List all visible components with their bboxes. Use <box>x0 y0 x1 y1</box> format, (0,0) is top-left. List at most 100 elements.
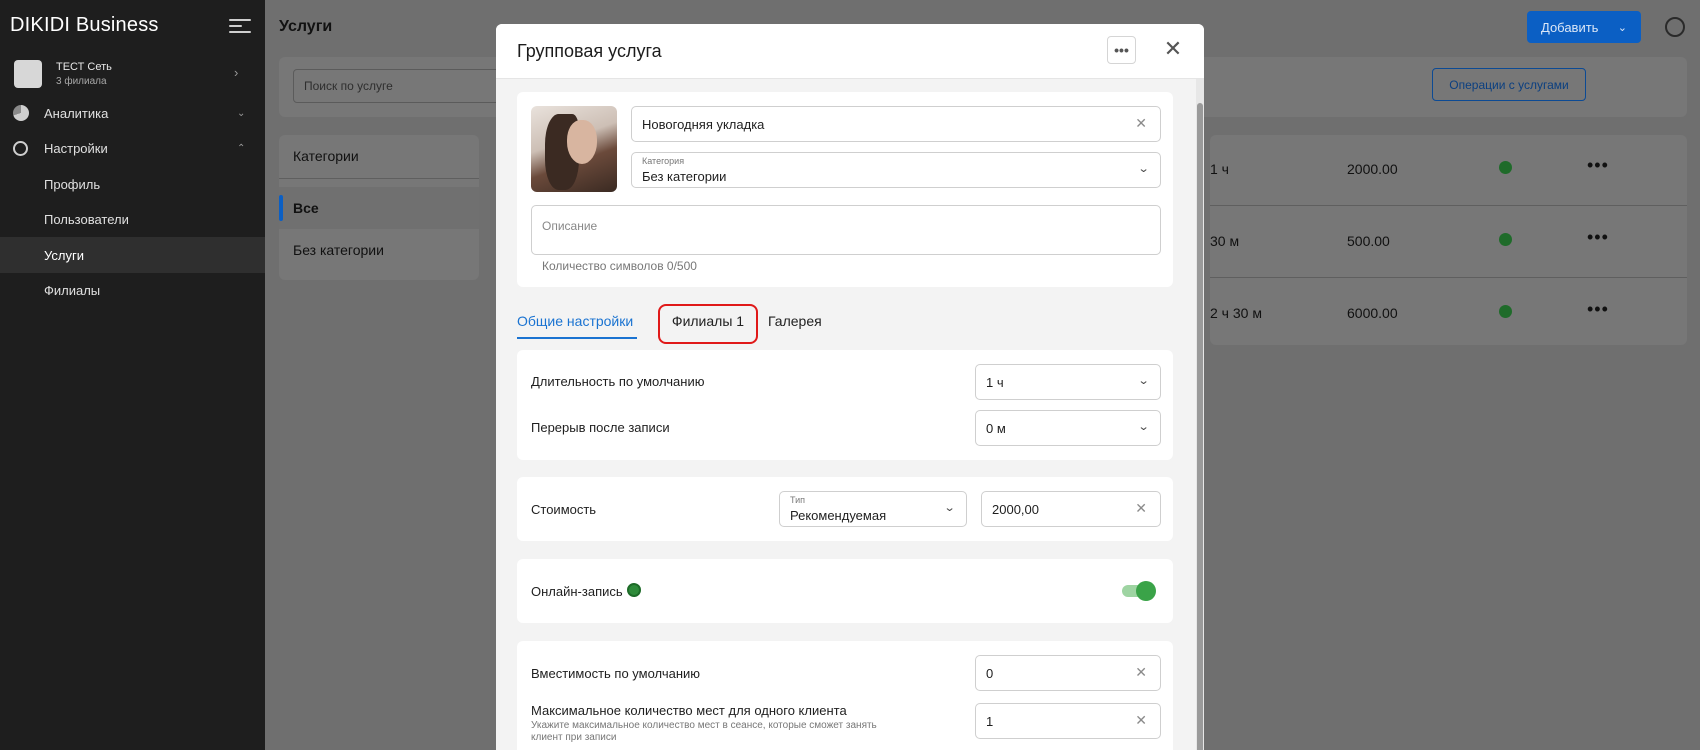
table-row[interactable]: 1 ч 2000.00 ••• <box>1210 135 1687 207</box>
more-icon[interactable]: ••• <box>1587 299 1609 320</box>
chevron-up-icon: ⌃ <box>237 142 246 154</box>
sidebar-item-label: Филиалы <box>44 282 101 298</box>
sidebar-item-label: Услуги <box>44 247 84 263</box>
chevron-down-icon: ⌄ <box>1137 163 1150 175</box>
brand-logo: DIKIDI Business <box>10 14 159 36</box>
sidebar-item-users[interactable]: Пользователи <box>0 201 265 237</box>
max-places-hint: Укажите максимальное количество мест в с… <box>531 720 877 743</box>
sidebar-item-label: Профиль <box>44 176 101 192</box>
clear-icon[interactable]: ✕ <box>1135 115 1147 132</box>
org-switcher[interactable]: ТЕСТ Сеть 3 филиала › <box>14 60 254 90</box>
service-duration: 2 ч 30 м <box>1210 305 1262 321</box>
chevron-down-icon: ⌄ <box>1137 375 1150 387</box>
max-places-input[interactable]: 1 ✕ <box>975 703 1161 739</box>
tab-gallery[interactable]: Галерея <box>768 313 822 329</box>
price-value: 2000,00 <box>992 502 1039 517</box>
description-field[interactable]: Описание <box>531 205 1161 255</box>
categories-panel: Категории Все Без категории <box>279 135 479 280</box>
tab-general-settings[interactable]: Общие настройки <box>517 313 633 329</box>
scrollbar-thumb[interactable] <box>1197 103 1203 750</box>
modal-header: Групповая услуга ••• ✕ <box>496 24 1204 79</box>
sidebar-item-label: Настройки <box>44 140 108 156</box>
settings-gear-icon[interactable] <box>1665 17 1685 37</box>
service-duration: 30 м <box>1210 233 1240 249</box>
chevron-down-icon: ⌄ <box>1137 421 1150 433</box>
globe-icon <box>1499 233 1512 246</box>
service-price: 500.00 <box>1347 233 1390 249</box>
service-name-value: Новогодняя укладка <box>642 117 765 132</box>
org-branches-count: 3 филиала <box>56 76 107 87</box>
capacity-input[interactable]: 0 ✕ <box>975 655 1161 691</box>
add-button[interactable]: Добавить ⌄ <box>1527 11 1641 43</box>
chevron-right-icon: › <box>234 65 239 80</box>
default-duration-label: Длительность по умолчанию <box>531 374 705 389</box>
clear-icon[interactable]: ✕ <box>1135 712 1147 729</box>
online-booking-label: Онлайн-запись <box>531 584 623 599</box>
more-options-button[interactable]: ••• <box>1107 36 1136 64</box>
globe-icon <box>1499 161 1512 174</box>
break-select[interactable]: 0 м ⌄ <box>975 410 1161 446</box>
service-photo[interactable] <box>531 106 617 192</box>
org-avatar <box>14 60 42 88</box>
gear-icon <box>13 140 28 156</box>
sidebar-item-analytics[interactable]: Аналитика ⌄ <box>0 95 265 131</box>
category-select[interactable]: Категория Без категории ⌄ <box>631 152 1161 188</box>
clear-icon[interactable]: ✕ <box>1135 500 1147 517</box>
category-uncategorized[interactable]: Без категории <box>279 229 479 271</box>
price-input[interactable]: 2000,00 ✕ <box>981 491 1161 527</box>
category-all[interactable]: Все <box>279 187 479 229</box>
online-booking-panel: Онлайн-запись <box>517 559 1173 623</box>
collapse-menu-icon[interactable] <box>229 15 251 37</box>
modal-title: Групповая услуга <box>517 41 662 61</box>
sidebar: DIKIDI Business ТЕСТ Сеть 3 филиала › Ан… <box>0 0 265 750</box>
service-operations-button[interactable]: Операции с услугами <box>1432 68 1586 101</box>
price-type-select[interactable]: Тип Рекомендуемая ⌄ <box>779 491 967 527</box>
close-icon[interactable]: ✕ <box>1161 37 1185 61</box>
tab-branches[interactable]: Филиалы 1 <box>658 313 758 329</box>
categories-title: Категории <box>293 148 359 164</box>
service-price: 2000.00 <box>1347 161 1398 177</box>
category-select-label: Категория <box>642 156 685 166</box>
chevron-down-icon: ⌄ <box>1617 21 1627 34</box>
online-booking-toggle[interactable] <box>1122 581 1156 601</box>
service-duration: 1 ч <box>1210 161 1229 177</box>
services-table: 1 ч 2000.00 ••• 30 м 500.00 ••• 2 ч 30 м… <box>1210 135 1687 345</box>
price-type-label: Тип <box>790 495 806 505</box>
table-row[interactable]: 2 ч 30 м 6000.00 ••• <box>1210 279 1687 351</box>
category-select-value: Без категории <box>642 169 727 184</box>
basic-info-panel: Новогодняя укладка ✕ Категория Без катег… <box>517 92 1173 287</box>
capacity-value: 0 <box>986 666 994 681</box>
sidebar-item-profile[interactable]: Профиль <box>0 166 265 202</box>
char-counter: Количество символов 0/500 <box>542 259 697 273</box>
sidebar-item-services[interactable]: Услуги <box>0 237 265 273</box>
price-type-value: Рекомендуемая <box>790 508 887 523</box>
max-places-label: Максимальное количество мест для одного … <box>531 703 847 718</box>
more-icon[interactable]: ••• <box>1587 227 1609 248</box>
page-title: Услуги <box>279 18 333 35</box>
globe-icon <box>627 583 641 597</box>
chevron-down-icon: ⌄ <box>237 107 246 119</box>
duration-panel: Длительность по умолчанию 1 ч ⌄ Перерыв … <box>517 350 1173 460</box>
service-price: 6000.00 <box>1347 305 1398 321</box>
sidebar-item-branches[interactable]: Филиалы <box>0 272 265 308</box>
default-duration-value: 1 ч <box>986 375 1004 390</box>
clear-icon[interactable]: ✕ <box>1135 664 1147 681</box>
capacity-panel: Вместимость по умолчанию 0 ✕ Максимально… <box>517 641 1173 750</box>
more-icon[interactable]: ••• <box>1587 155 1609 176</box>
modal-scrollbar[interactable] <box>1196 79 1204 750</box>
max-places-value: 1 <box>986 714 994 729</box>
service-name-field[interactable]: Новогодняя укладка ✕ <box>631 106 1161 142</box>
price-panel: Стоимость Тип Рекомендуемая ⌄ 2000,00 ✕ <box>517 477 1173 541</box>
default-duration-select[interactable]: 1 ч ⌄ <box>975 364 1161 400</box>
active-tab-indicator <box>517 337 637 339</box>
table-row[interactable]: 30 м 500.00 ••• <box>1210 207 1687 279</box>
break-value: 0 м <box>986 421 1006 436</box>
globe-icon <box>1499 305 1512 318</box>
sidebar-item-settings[interactable]: Настройки ⌃ <box>0 130 265 166</box>
capacity-label: Вместимость по умолчанию <box>531 666 701 681</box>
group-service-modal: Групповая услуга ••• ✕ Новогодняя укладк… <box>496 24 1204 750</box>
sidebar-item-label: Аналитика <box>44 105 109 121</box>
pie-chart-icon <box>13 105 29 121</box>
chevron-down-icon: ⌄ <box>943 502 956 514</box>
description-placeholder: Описание <box>542 219 598 233</box>
